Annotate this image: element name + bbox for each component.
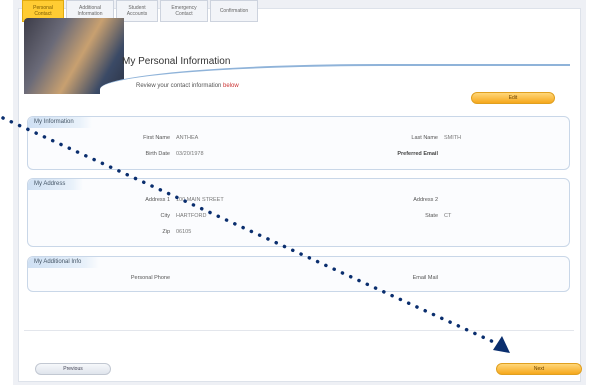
arrow-head-icon [493,336,510,353]
dotted-arrow-annotation [1,116,510,353]
dotted-arrow-line [1,116,500,346]
